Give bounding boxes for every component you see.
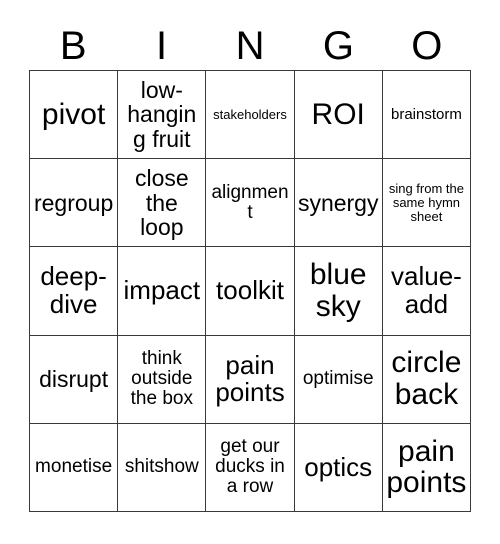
bingo-cell-r5c2[interactable]: shitshow [118, 423, 207, 513]
bingo-cell-r3c1[interactable]: deep-dive [30, 247, 119, 336]
bingo-cell-label: think outside the box [130, 348, 193, 410]
bingo-cell-r4c5[interactable]: circle back [382, 335, 472, 424]
bingo-cell-r5c5[interactable]: pain points [382, 423, 472, 513]
bingo-cell-r1c1[interactable]: pivot [30, 71, 119, 160]
bingo-cell-r5c3[interactable]: get our ducks in a row [206, 423, 295, 513]
bingo-cell-label: circle back [391, 346, 462, 412]
bingo-cell-r3c3[interactable]: toolkit [206, 247, 295, 336]
bingo-cell-r1c2[interactable]: low-hanging fruit [118, 71, 207, 160]
bingo-cell-r4c2[interactable]: think outside the box [118, 335, 207, 424]
bingo-row: deep-dive impact toolkit blue sky value-… [30, 247, 472, 336]
bingo-cell-r4c3[interactable]: pain points [206, 335, 295, 424]
bingo-row: regroup close the loop alignment synergy… [30, 159, 472, 248]
bingo-row: monetise shitshow get our ducks in a row… [30, 423, 472, 513]
bingo-header-letter-g: G [322, 24, 354, 68]
bingo-cell-r3c5[interactable]: value-add [382, 247, 472, 336]
bingo-cell-label: stakeholders [213, 106, 287, 122]
bingo-cell-label: get our ducks in a row [215, 436, 285, 498]
bingo-row: disrupt think outside the box pain point… [30, 335, 472, 424]
bingo-cell-r2c2[interactable]: close the loop [118, 159, 207, 248]
bingo-cell-label: ROI [311, 97, 365, 131]
bingo-cell-r3c4[interactable]: blue sky [294, 247, 383, 336]
bingo-cell-label: monetise [35, 456, 113, 478]
bingo-cell-r5c1[interactable]: monetise [30, 423, 119, 513]
bingo-cell-label: pain points [215, 349, 285, 408]
bingo-card: B I N G O pivot low-hanging fruit stakeh… [0, 0, 500, 544]
bingo-cell-label: optimise [302, 368, 374, 390]
bingo-cell-label: regroup [33, 189, 114, 216]
bingo-cell-label: value-add [391, 261, 462, 319]
bingo-header-letter-o: O [411, 24, 443, 68]
bingo-grid: pivot low-hanging fruit stakeholders ROI… [29, 70, 472, 513]
bingo-cell-label: synergy [297, 189, 379, 216]
bingo-cell-label: sing from the same hymn sheet [388, 181, 464, 224]
bingo-cell-label: toolkit [216, 275, 284, 306]
bingo-header-letter-b: B [59, 24, 87, 68]
bingo-cell-r5c4[interactable]: optics [294, 423, 383, 513]
bingo-cell-label: low-hanging fruit [127, 77, 197, 152]
bingo-cell-label: pain points [386, 434, 467, 500]
bingo-cell-r2c3[interactable]: alignment [206, 159, 295, 248]
bingo-cell-label: pivot [41, 97, 106, 131]
bingo-header-letter-i: I [156, 24, 168, 68]
bingo-cell-label: optics [304, 451, 373, 482]
bingo-header-letter-n: N [235, 24, 265, 68]
bingo-cell-label: alignment [211, 181, 289, 223]
bingo-header: B I N G O [29, 22, 471, 70]
bingo-cell-r2c5[interactable]: sing from the same hymn sheet [382, 159, 472, 248]
bingo-cell-r1c4[interactable]: ROI [294, 71, 383, 160]
bingo-cell-label: deep-dive [40, 261, 107, 319]
bingo-cell-label: brainstorm [390, 105, 462, 123]
bingo-cell-r2c4[interactable]: synergy [294, 159, 383, 248]
bingo-cell-label: shitshow [124, 456, 199, 478]
bingo-cell-r1c5[interactable]: brainstorm [382, 71, 472, 160]
bingo-cell-label: close the loop [134, 165, 189, 240]
bingo-cell-label: blue sky [309, 258, 367, 323]
bingo-cell-label: disrupt [39, 366, 109, 393]
bingo-cell-r4c4[interactable]: optimise [294, 335, 383, 424]
bingo-cell-r1c3[interactable]: stakeholders [206, 71, 295, 160]
bingo-cell-r4c1[interactable]: disrupt [30, 335, 119, 424]
bingo-cell-r3c2[interactable]: impact [118, 247, 207, 336]
bingo-row: pivot low-hanging fruit stakeholders ROI… [30, 71, 472, 160]
bingo-cell-r2c1[interactable]: regroup [30, 159, 119, 248]
bingo-cell-label: impact [123, 275, 201, 306]
